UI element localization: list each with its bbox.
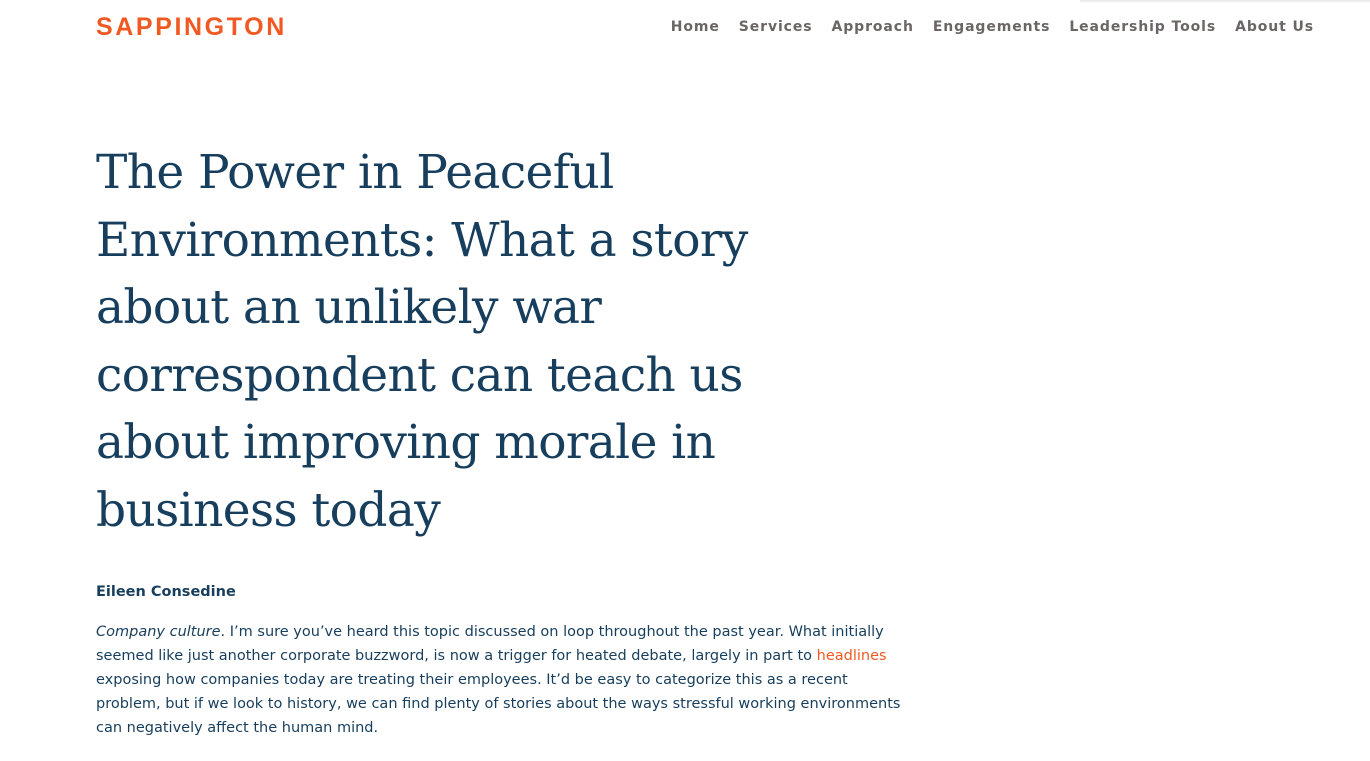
site-logo[interactable]: SAPPINGTON: [96, 12, 287, 42]
article-intro-paragraph: Company culture. I’m sure you’ve heard t…: [96, 620, 906, 740]
nav-services[interactable]: Services: [739, 17, 813, 37]
intro-emphasis: Company culture: [96, 624, 221, 640]
nav-engagements[interactable]: Engagements: [933, 17, 1051, 37]
nav-home[interactable]: Home: [671, 17, 720, 37]
headlines-link[interactable]: headlines: [817, 648, 887, 664]
nav-leadership-tools[interactable]: Leadership Tools: [1069, 17, 1216, 37]
intro-text-2: exposing how companies today are treatin…: [96, 672, 901, 736]
article-author: Eileen Consedine: [96, 584, 236, 600]
nav-about-us[interactable]: About Us: [1235, 17, 1314, 37]
main-nav: Home Services Approach Engagements Leade…: [671, 17, 1314, 37]
site-header: SAPPINGTON Home Services Approach Engage…: [0, 0, 1370, 56]
article-title: The Power in Peaceful Environments: What…: [96, 145, 748, 538]
nav-approach[interactable]: Approach: [832, 17, 914, 37]
